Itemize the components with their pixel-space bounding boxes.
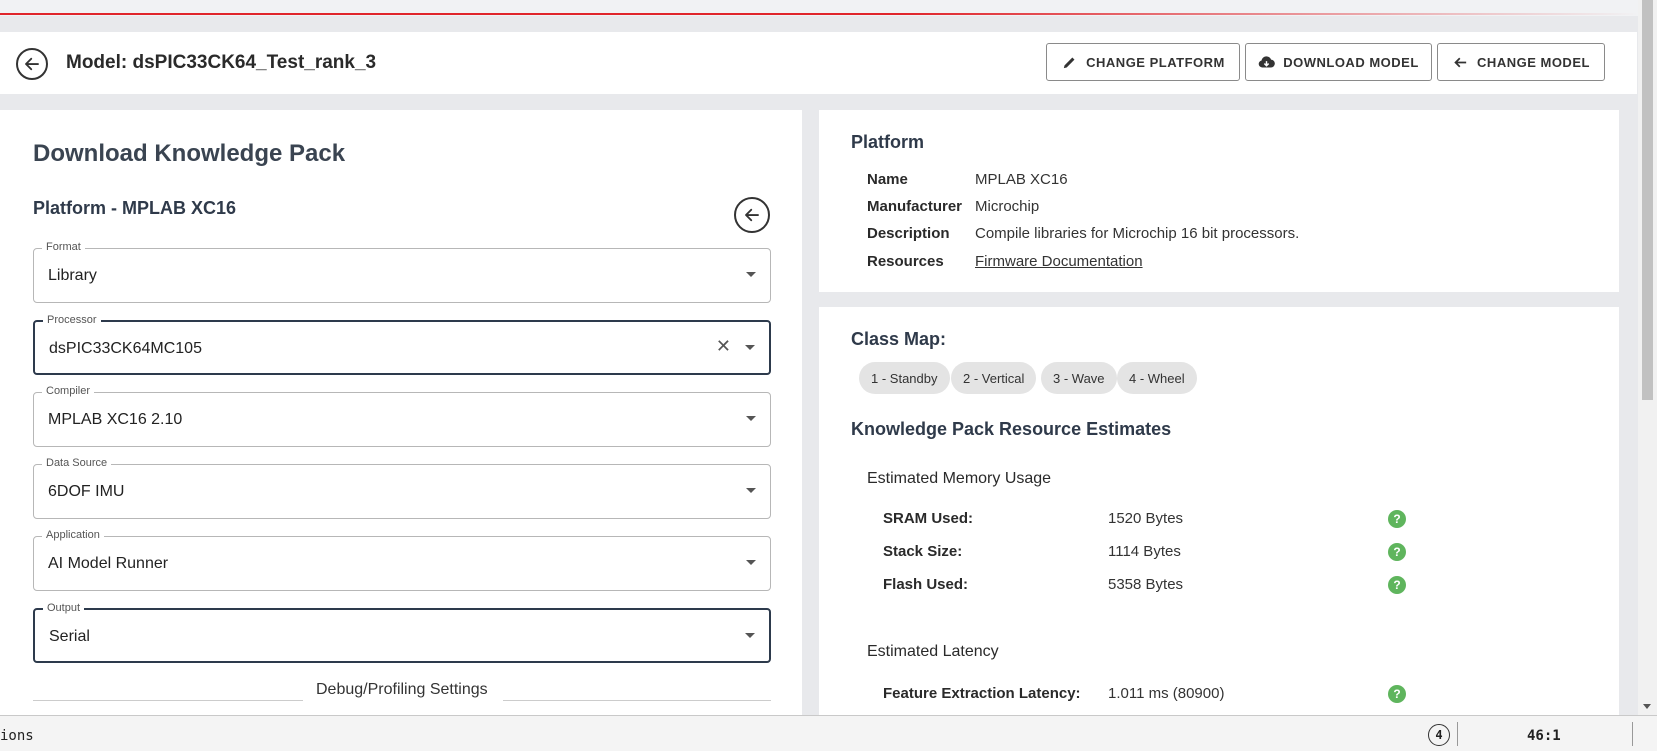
divider	[503, 700, 771, 701]
compiler-label: Compiler	[42, 385, 95, 397]
download-model-label: DOWNLOAD MODEL	[1283, 54, 1419, 70]
change-platform-button[interactable]: CHANGE PLATFORM	[1046, 43, 1240, 81]
platform-name-key: Name	[867, 171, 908, 188]
page-title: Model: dsPIC33CK64_Test_rank_3	[66, 52, 377, 73]
help-icon[interactable]: ?	[1388, 543, 1406, 561]
data-source-label: Data Source	[42, 457, 112, 469]
output-label: Output	[43, 602, 85, 614]
arrow-left-icon	[1454, 57, 1467, 67]
compiler-select[interactable]: Compiler MPLAB XC16 2.10	[33, 385, 771, 447]
stack-key: Stack Size:	[883, 543, 963, 560]
change-model-label: CHANGE MODEL	[1477, 54, 1590, 70]
firmware-documentation-link[interactable]: Firmware Documentation	[975, 253, 1143, 270]
format-select[interactable]: Format Library	[33, 241, 771, 303]
manufacturer-key: Manufacturer	[867, 198, 963, 215]
change-model-button[interactable]: CHANGE MODEL	[1437, 43, 1605, 81]
scroll-down-icon[interactable]	[1643, 704, 1651, 709]
data-source-value: 6DOF IMU	[48, 483, 125, 500]
divider	[33, 700, 303, 701]
format-label: Format	[42, 241, 85, 253]
arrow-left-icon	[745, 208, 759, 222]
caret-down-icon[interactable]	[745, 345, 755, 350]
description-value: Compile libraries for Microchip 16 bit p…	[975, 225, 1300, 242]
feature-extraction-key: Feature Extraction Latency:	[883, 685, 1081, 702]
data-source-select[interactable]: Data Source 6DOF IMU	[33, 457, 771, 519]
processor-value: dsPIC33CK64MC105	[49, 340, 202, 357]
output-select[interactable]: Output Serial	[33, 602, 771, 663]
flash-key: Flash Used:	[883, 576, 969, 593]
stack-value: 1114 Bytes	[1108, 543, 1181, 560]
caret-down-icon[interactable]	[746, 416, 756, 421]
caret-down-icon[interactable]	[745, 633, 755, 638]
memory-usage-title: Estimated Memory Usage	[867, 470, 1052, 487]
status-left-text: ions	[0, 728, 34, 744]
flash-value: 5358 Bytes	[1108, 576, 1184, 593]
platform-heading: Platform - MPLAB XC16	[33, 198, 237, 218]
resource-estimates-title: Knowledge Pack Resource Estimates	[851, 419, 1172, 439]
manufacturer-value: Microchip	[975, 198, 1040, 215]
status-bar: ions 4 46:1	[0, 715, 1657, 751]
latency-title: Estimated Latency	[867, 643, 999, 660]
class-chip-wheel: 4 - Wheel	[1117, 362, 1197, 394]
back-button[interactable]	[16, 48, 48, 80]
description-key: Description	[867, 225, 950, 242]
processor-label: Processor	[43, 314, 101, 326]
class-chip-wave: 3 - Wave	[1041, 362, 1117, 394]
download-model-button[interactable]: DOWNLOAD MODEL	[1245, 43, 1432, 81]
download-knowledge-pack-panel: Download Knowledge Pack Platform - MPLAB…	[0, 110, 802, 721]
change-platform-label: CHANGE PLATFORM	[1086, 54, 1225, 70]
class-map-panel: Class Map: 1 - Standby 2 - Vertical 3 - …	[819, 307, 1619, 717]
arrow-left-icon	[25, 57, 39, 71]
top-accent-bar	[0, 0, 1638, 16]
help-icon[interactable]: ?	[1388, 576, 1406, 594]
platform-back-button[interactable]	[734, 197, 770, 233]
caret-down-icon[interactable]	[746, 488, 756, 493]
application-label: Application	[42, 529, 104, 541]
application-value: AI Model Runner	[48, 555, 169, 572]
class-map-title: Class Map:	[851, 329, 947, 349]
format-value: Library	[48, 267, 97, 284]
feature-extraction-value: 1.011 ms (80900)	[1108, 685, 1225, 702]
platform-info-panel: Platform Name MPLAB XC16 Manufacturer Mi…	[819, 110, 1619, 292]
debug-profiling-toggle[interactable]: Debug/Profiling Settings ︿	[33, 676, 771, 721]
divider	[1632, 722, 1633, 746]
sram-key: SRAM Used:	[883, 510, 974, 527]
cursor-position: 46:1	[1527, 728, 1561, 744]
scrollbar-thumb[interactable]	[1642, 0, 1653, 400]
pencil-icon	[1063, 57, 1075, 68]
divider	[1457, 722, 1458, 746]
processor-select[interactable]: Processor dsPIC33CK64MC105 ✕	[33, 314, 771, 375]
resources-key: Resources	[867, 253, 944, 270]
model-header: Model: dsPIC33CK64_Test_rank_3 CHANGE PL…	[0, 32, 1637, 94]
platform-name-value: MPLAB XC16	[975, 171, 1068, 188]
class-chip-vertical: 2 - Vertical	[951, 362, 1037, 394]
sram-value: 1520 Bytes	[1108, 510, 1184, 527]
clear-icon[interactable]: ✕	[716, 336, 731, 357]
platform-title: Platform	[851, 132, 925, 152]
notification-count-badge[interactable]: 4	[1428, 724, 1450, 746]
compiler-value: MPLAB XC16 2.10	[48, 411, 183, 428]
cloud-download-icon	[1258, 55, 1276, 67]
help-icon[interactable]: ?	[1388, 510, 1406, 528]
caret-down-icon[interactable]	[746, 272, 756, 277]
class-chip-standby: 1 - Standby	[859, 362, 950, 394]
application-select[interactable]: Application AI Model Runner	[33, 529, 771, 591]
debug-profiling-label: Debug/Profiling Settings	[316, 681, 488, 698]
help-icon[interactable]: ?	[1388, 685, 1406, 703]
page-scrollbar[interactable]	[1638, 0, 1657, 715]
download-title: Download Knowledge Pack	[33, 140, 346, 167]
output-value: Serial	[49, 628, 90, 645]
caret-down-icon[interactable]	[746, 560, 756, 565]
